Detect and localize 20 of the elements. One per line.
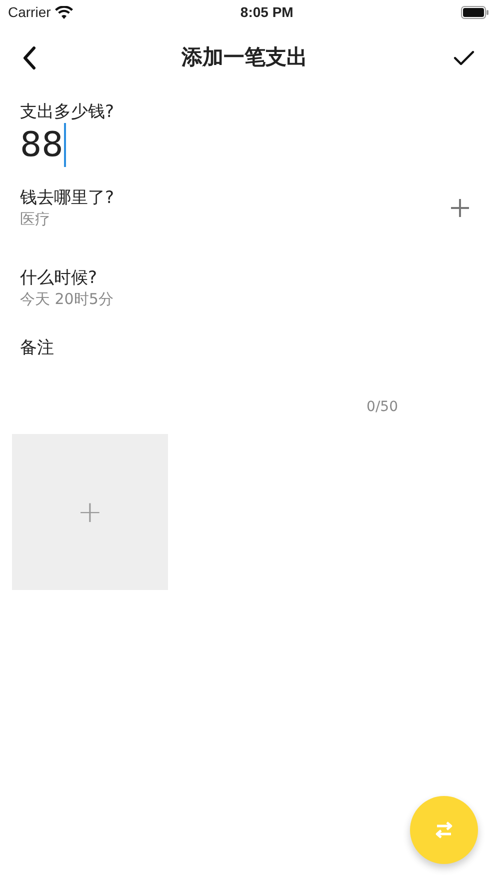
- character-counter: 0/50: [366, 398, 399, 417]
- field-value: 今天 20时5分: [20, 289, 114, 309]
- carrier-label: Carrier: [8, 3, 51, 22]
- wifi-icon: [54, 6, 73, 19]
- swap-arrows-icon: [433, 821, 455, 839]
- field-label: 什么时候?: [20, 267, 98, 289]
- field-row[interactable]: 什么时候? 今天 20时5分: [0, 229, 497, 309]
- plus-icon: [451, 199, 469, 217]
- back-icon: [22, 46, 36, 70]
- battery-icon: [460, 6, 489, 19]
- field-label: 钱去哪里了?: [20, 187, 114, 209]
- field-value: 医疗: [20, 209, 51, 229]
- field-row[interactable]: 钱去哪里了? 医疗: [0, 167, 497, 229]
- amount-field[interactable]: 88: [20, 123, 66, 167]
- add-button[interactable]: [451, 199, 469, 217]
- amount-label: 支出多少钱?: [20, 101, 116, 123]
- note-label: 备注: [20, 337, 55, 359]
- page-title: 添加一笔支出: [182, 44, 308, 72]
- checkmark-icon: [453, 49, 475, 67]
- status-time: 8:05 PM: [240, 3, 294, 22]
